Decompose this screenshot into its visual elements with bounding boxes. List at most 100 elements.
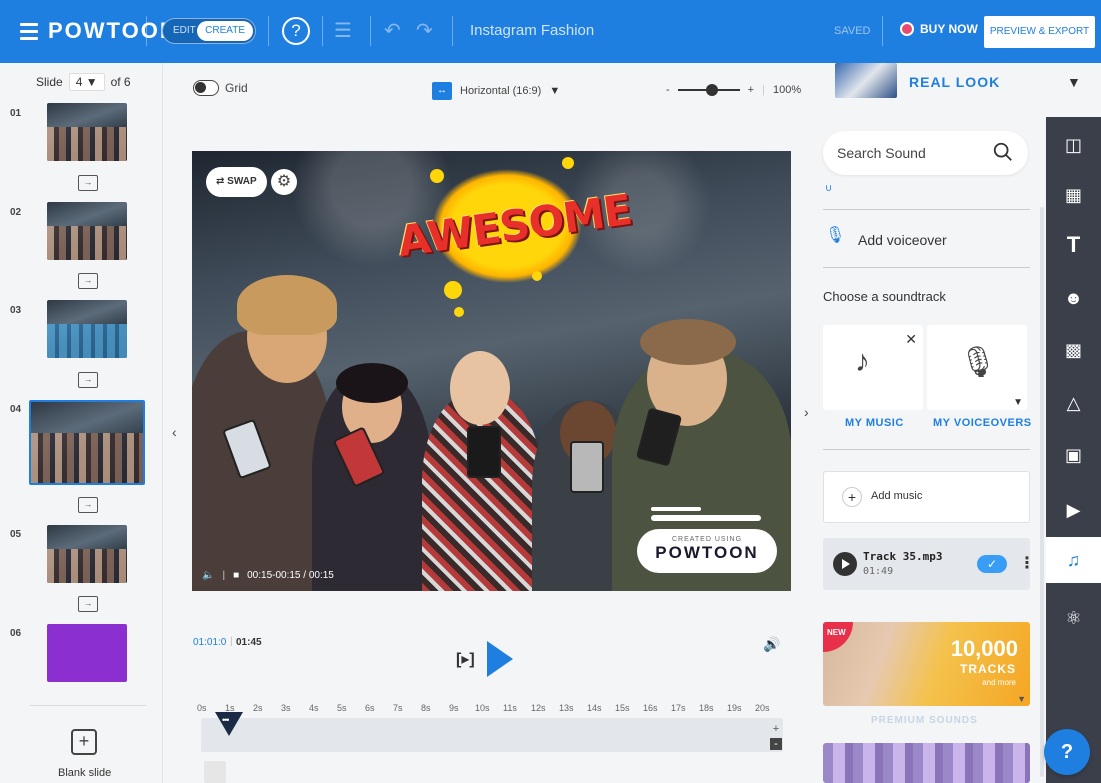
add-voiceover-button[interactable]: Add voiceover xyxy=(858,232,947,248)
my-voiceovers-tab[interactable]: MY VOICEOVERS xyxy=(933,417,1032,429)
project-title[interactable]: Instagram Fashion xyxy=(470,22,594,39)
tool-icon-bar: ◫ ▦ T ☻ ▩ △ ▣ ▶ ♫ ⚛ xyxy=(1046,117,1101,783)
media-icon[interactable]: ▣ xyxy=(1046,432,1101,478)
timeline-zoom-in-button[interactable]: + xyxy=(770,723,782,735)
swap-label: SWAP xyxy=(227,176,257,187)
timeline-ruler: 0s 1s 2s 3s 4s 5s 6s 7s 8s 9s 10s 11s 12… xyxy=(193,703,783,717)
grid-toggle[interactable]: Grid xyxy=(193,80,248,96)
mode-edit[interactable]: EDIT xyxy=(173,25,196,36)
new-badge: NEW xyxy=(823,622,853,652)
zoom-out-button[interactable]: - xyxy=(666,84,670,96)
divider xyxy=(452,16,453,46)
slide-thumbnail-4[interactable] xyxy=(29,400,145,485)
help-fab-button[interactable]: ? xyxy=(1044,729,1090,775)
slide-thumbnail-5[interactable] xyxy=(47,525,127,583)
help-button[interactable]: ? xyxy=(282,17,310,45)
insert-slide-icon[interactable]: → xyxy=(78,273,98,289)
menu-icon[interactable] xyxy=(20,23,38,40)
tick-label: 20s xyxy=(755,703,770,713)
horizontal-arrows-icon: ↔ xyxy=(432,82,452,100)
notes-icon[interactable]: ☰ xyxy=(334,18,352,43)
insert-slide-icon[interactable]: → xyxy=(78,497,98,513)
mode-create[interactable]: CREATE xyxy=(197,21,253,41)
track-row[interactable]: Track 35.mp3 01:49 ✓ ⋮ xyxy=(823,538,1035,590)
zoom-slider[interactable] xyxy=(677,84,740,96)
slide-label: Slide xyxy=(36,75,63,89)
check-icon[interactable]: ✓ xyxy=(977,555,1007,573)
grid-label: Grid xyxy=(225,81,248,95)
mode-toggle[interactable]: EDIT CREATE xyxy=(162,18,256,44)
insert-slide-icon[interactable]: → xyxy=(78,372,98,388)
timeline-object-thumbnail[interactable] xyxy=(204,761,226,783)
style-header[interactable]: REAL LOOK ▼ xyxy=(805,63,1101,119)
video-icon[interactable]: ▶ xyxy=(1046,487,1101,533)
tick-label: 10s xyxy=(475,703,490,713)
play-icon[interactable] xyxy=(833,552,857,576)
collapse-left-icon[interactable]: ‹ xyxy=(172,424,177,440)
my-music-tab[interactable]: MY MUSIC xyxy=(845,417,904,429)
buy-now-button[interactable]: BUY NOW xyxy=(900,22,978,36)
collapse-right-icon[interactable]: › xyxy=(804,404,809,420)
search-icon[interactable] xyxy=(992,141,1014,163)
background-icon[interactable]: ▦ xyxy=(1046,172,1101,218)
specials-icon[interactable]: ⚛ xyxy=(1046,595,1101,641)
slide-thumbnail-1[interactable] xyxy=(47,103,127,161)
redo-icon[interactable]: ↷ xyxy=(416,18,433,43)
speaker-icon[interactable]: 🔈 xyxy=(202,570,214,581)
search-sound-input[interactable]: Search Sound xyxy=(823,131,1028,175)
swap-button[interactable]: ⇄ SWAP xyxy=(206,167,267,197)
play-slide-icon[interactable]: [▸] xyxy=(456,649,475,669)
slide-thumbnail-3[interactable] xyxy=(47,300,127,358)
slide-thumbnail-2[interactable] xyxy=(47,202,127,260)
gear-icon[interactable]: ⚙ xyxy=(271,169,297,195)
tick-label: 7s xyxy=(393,703,403,713)
volume-icon[interactable]: 🔊 xyxy=(763,636,780,653)
tick-label: 17s xyxy=(671,703,686,713)
add-music-label: Add music xyxy=(871,490,923,502)
music-icon[interactable]: ♫ xyxy=(1046,537,1101,583)
zoom-slider-handle[interactable] xyxy=(705,84,718,96)
zoom-in-button[interactable]: + xyxy=(748,84,754,96)
promo-banner-2[interactable] xyxy=(823,743,1030,783)
insert-slide-icon[interactable]: → xyxy=(78,175,98,191)
preview-export-button[interactable]: PREVIEW & EXPORT xyxy=(984,16,1095,48)
playhead-handle[interactable] xyxy=(215,712,243,736)
buy-now-label: BUY NOW xyxy=(920,22,978,36)
shapes-icon[interactable]: △ xyxy=(1046,380,1101,426)
slide-select[interactable]: 4 ▼ xyxy=(68,73,105,91)
props-icon[interactable]: ▩ xyxy=(1046,327,1101,373)
scrollbar[interactable] xyxy=(1040,207,1044,777)
microphone-icon[interactable]: 🎙 xyxy=(825,225,845,245)
divider xyxy=(322,16,323,46)
slide-thumbnail-6[interactable] xyxy=(47,624,127,682)
text-icon[interactable]: T xyxy=(1046,222,1101,268)
add-blank-slide-button[interactable]: + xyxy=(71,729,97,755)
camera-icon[interactable]: ■ xyxy=(233,570,239,581)
slide-number: 06 xyxy=(10,628,22,639)
choose-soundtrack-label: Choose a soundtrack xyxy=(823,289,946,304)
insert-slide-icon[interactable]: → xyxy=(78,596,98,612)
toggle-switch[interactable] xyxy=(193,80,219,96)
caret-down-icon[interactable]: ▼ xyxy=(1017,694,1026,704)
saved-status: SAVED xyxy=(834,25,871,37)
undo-icon[interactable]: ↶ xyxy=(384,18,401,43)
slide-canvas[interactable]: AWESOME ⇄ SWAP ⚙ CREATED USING POWTOON 🔈… xyxy=(192,151,791,591)
orientation-select[interactable]: ↔ Horizontal (16:9) ▼ xyxy=(432,82,560,100)
my-voiceovers-card[interactable]: 🎙 ▼ xyxy=(927,325,1027,410)
my-music-card[interactable]: ♪ ✕ xyxy=(823,325,923,410)
play-icon[interactable] xyxy=(486,641,513,677)
caret-down-icon[interactable]: ▼ xyxy=(1067,74,1081,90)
watermark-caption: CREATED USING xyxy=(671,536,743,543)
timeline-zoom-out-button[interactable]: - xyxy=(770,738,782,750)
characters-icon[interactable]: ☻ xyxy=(1046,275,1101,321)
close-icon[interactable]: ✕ xyxy=(905,331,917,348)
caret-down-icon[interactable]: ▼ xyxy=(1013,397,1023,408)
divider xyxy=(882,16,883,46)
caret-down-icon[interactable]: ▼ xyxy=(549,85,560,97)
tick-label: 3s xyxy=(281,703,291,713)
add-music-button[interactable]: + Add music xyxy=(823,471,1030,523)
more-options-icon[interactable]: ⋮ xyxy=(1019,553,1035,573)
timeline-track[interactable] xyxy=(201,718,783,752)
premium-sounds-banner[interactable]: NEW 10,000 TRACKS and more ▼ xyxy=(823,622,1030,706)
layout-icon[interactable]: ◫ xyxy=(1046,122,1101,168)
